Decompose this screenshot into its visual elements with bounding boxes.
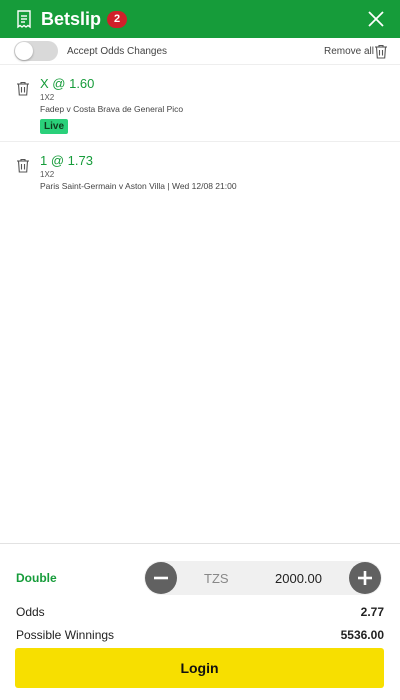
plus-icon: [358, 571, 372, 585]
remove-bet-icon[interactable]: [16, 158, 30, 173]
odds-value: 2.77: [360, 605, 384, 619]
stake-currency: TZS: [204, 571, 229, 586]
accept-odds-label: Accept Odds Changes: [67, 45, 168, 57]
login-button[interactable]: Login: [15, 648, 384, 688]
bet-market: 1X2: [40, 93, 55, 102]
betslip-header: Betslip 2: [0, 0, 400, 38]
betslip-title: Betslip: [41, 8, 102, 29]
bet-item: 1 @ 1.73 1X2 Paris Saint-Germain v Aston…: [0, 143, 400, 203]
betslip-options-bar: Accept Odds Changes Remove all: [0, 38, 400, 65]
bet-count-badge: 2: [107, 10, 128, 28]
bet-market: 1X2: [40, 170, 55, 179]
receipt-icon: [17, 10, 31, 29]
bet-item: X @ 1.60 1X2 Fadep v Costa Brava de Gene…: [0, 65, 400, 142]
live-badge: Live: [40, 119, 69, 134]
stake-stepper: TZS 2000.00: [144, 561, 382, 595]
bet-selection: 1 @ 1.73: [40, 153, 93, 168]
minus-icon: [154, 576, 168, 580]
decrease-stake-button[interactable]: [145, 562, 177, 594]
bet-type-label: Double: [16, 571, 57, 585]
possible-winnings-label: Possible Winnings: [16, 628, 115, 642]
betslip-footer: Double TZS 2000.00 Odds 2.77 Possible Wi…: [0, 543, 400, 700]
close-icon[interactable]: [367, 10, 385, 28]
toggle-knob: [15, 42, 33, 60]
odds-label: Odds: [16, 605, 45, 619]
bet-event: Paris Saint-Germain v Aston Villa | Wed …: [40, 181, 237, 191]
remove-all-button[interactable]: Remove all: [324, 46, 374, 57]
bet-selection: X @ 1.60: [40, 76, 95, 91]
increase-stake-button[interactable]: [349, 562, 381, 594]
bet-event: Fadep v Costa Brava de General Pico: [40, 104, 184, 114]
possible-winnings-value: 5536.00: [340, 628, 384, 642]
trash-icon[interactable]: [374, 44, 388, 59]
remove-bet-icon[interactable]: [16, 81, 30, 96]
accept-odds-toggle[interactable]: [14, 41, 58, 61]
stake-amount-input[interactable]: 2000.00: [275, 571, 322, 586]
